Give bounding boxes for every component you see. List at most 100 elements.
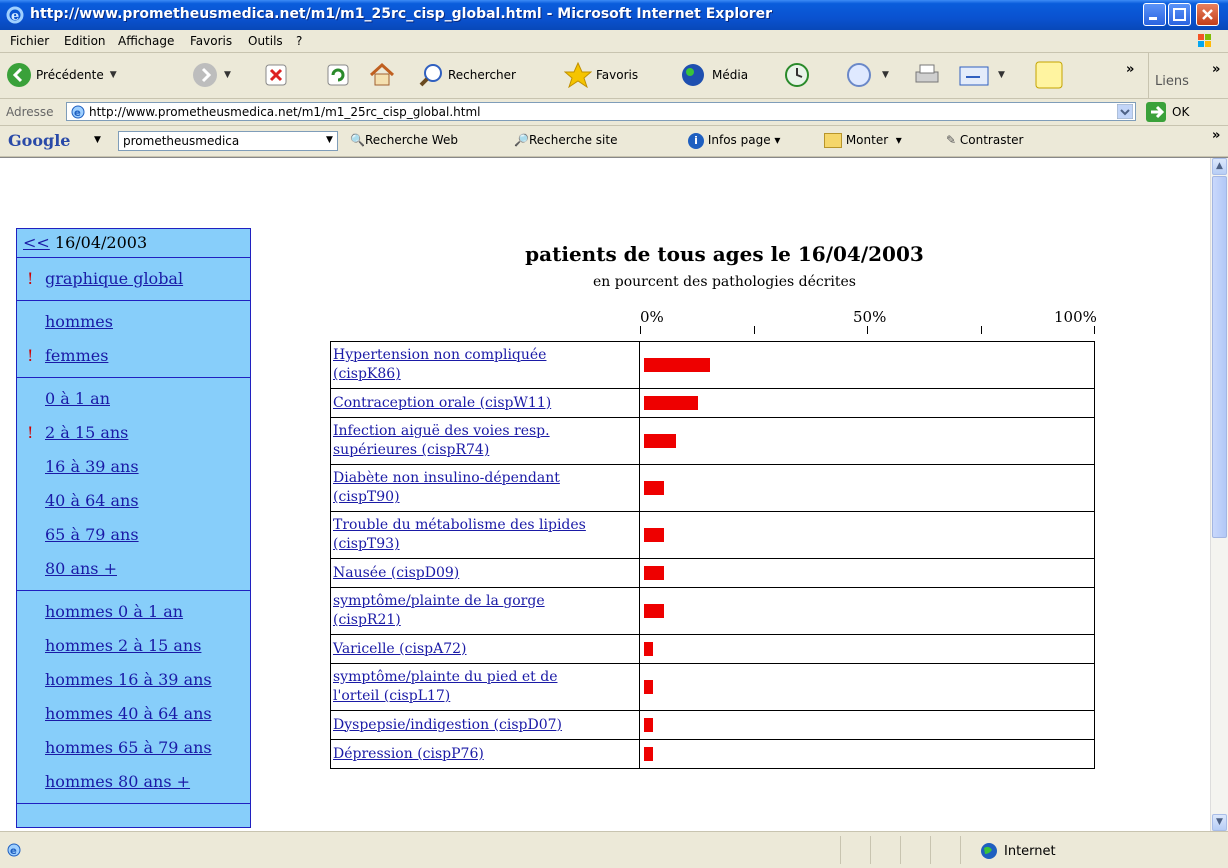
up-button[interactable]: Monter ▾: [824, 133, 902, 148]
menu-fichier[interactable]: Fichier: [10, 34, 49, 48]
pathology-link[interactable]: Hypertension non compliquée (cispK86): [333, 347, 546, 382]
media-button[interactable]: Média: [680, 61, 748, 89]
forward-dropdown-icon[interactable]: ▼: [224, 70, 231, 80]
sidebar-link[interactable]: hommes 40 à 64 ans: [45, 704, 212, 723]
mail-button[interactable]: ▼: [846, 61, 889, 89]
sidebar-link[interactable]: hommes 0 à 1 an: [45, 602, 183, 621]
messenger-button[interactable]: [1034, 61, 1066, 89]
pathology-link[interactable]: Varicelle (cispA72): [333, 641, 466, 657]
sidebar-item-femmes[interactable]: ! femmes: [17, 339, 250, 373]
sidebar-item-hommes-80-ans[interactable]: hommes 80 ans +: [17, 765, 250, 799]
pathology-link[interactable]: Trouble du métabolisme des lipides (cispT…: [333, 517, 586, 552]
vertical-scrollbar[interactable]: ▲ ▼: [1210, 158, 1228, 831]
site-search-button[interactable]: 🔎Recherche site: [514, 133, 617, 147]
scroll-up-button[interactable]: ▲: [1212, 158, 1227, 175]
table-row: Varicelle (cispA72): [330, 634, 1095, 664]
links-label[interactable]: Liens: [1155, 67, 1189, 95]
sidebar-item-hommes-0-a-1-an[interactable]: hommes 0 à 1 an: [17, 595, 250, 629]
address-label: Adresse: [6, 105, 54, 119]
sidebar-link[interactable]: 40 à 64 ans: [45, 491, 139, 510]
menu-outils[interactable]: Outils: [248, 34, 283, 48]
sidebar-link[interactable]: 65 à 79 ans: [45, 525, 139, 544]
scroll-thumb[interactable]: [1212, 176, 1227, 538]
web-search-button[interactable]: 🔍Recherche Web: [350, 133, 458, 147]
search-button[interactable]: Rechercher: [418, 61, 516, 89]
pathology-link[interactable]: symptôme/plainte du pied et de l'orteil (…: [333, 669, 557, 704]
menu-favoris[interactable]: Favoris: [190, 34, 232, 48]
pathology-link[interactable]: Diabète non insulino-dépendant (cispT90): [333, 470, 560, 505]
maximize-button[interactable]: [1168, 3, 1191, 26]
back-button[interactable]: Précédente ▼: [6, 61, 117, 89]
sidebar-item-80-ans[interactable]: 80 ans +: [17, 552, 250, 586]
home-button[interactable]: [368, 61, 396, 89]
menu-help[interactable]: ?: [296, 34, 302, 48]
forward-button[interactable]: ▼: [192, 61, 231, 89]
pathology-label-line: (cispT90): [333, 489, 400, 505]
toolbar-more-chevron[interactable]: »: [1126, 55, 1134, 83]
pathology-link[interactable]: Nausée (cispD09): [333, 565, 459, 581]
sidebar-item-hommes[interactable]: hommes: [17, 305, 250, 339]
sidebar-item-40-a-64-ans[interactable]: 40 à 64 ans: [17, 484, 250, 518]
sidebar-link[interactable]: femmes: [45, 346, 108, 365]
pathology-link[interactable]: Dyspepsie/indigestion (cispD07): [333, 717, 562, 733]
print-button[interactable]: [912, 61, 942, 89]
pathology-link[interactable]: symptôme/plainte de la gorge (cispR21): [333, 593, 545, 628]
address-dropdown-icon[interactable]: [1117, 104, 1133, 119]
sidebar-link[interactable]: 16 à 39 ans: [45, 457, 139, 476]
google-toolbar: Google ▼ prometheusmedica ▼ 🔍Recherche W…: [0, 126, 1228, 157]
sidebar-item-hommes-65-a-79-ans[interactable]: hommes 65 à 79 ans: [17, 731, 250, 765]
links-more-chevron[interactable]: »: [1212, 55, 1220, 83]
minimize-button[interactable]: [1143, 3, 1166, 26]
history-button[interactable]: [784, 61, 810, 89]
sidebar-item-hommes-16-a-39-ans[interactable]: hommes 16 à 39 ans: [17, 663, 250, 697]
back-dropdown-icon[interactable]: ▼: [110, 70, 117, 80]
sidebar-item-16-a-39-ans[interactable]: 16 à 39 ans: [17, 450, 250, 484]
scroll-down-button[interactable]: ▼: [1212, 814, 1227, 831]
google-menu-dropdown-icon[interactable]: ▼: [94, 135, 101, 145]
sidebar-item-65-a-79-ans[interactable]: 65 à 79 ans: [17, 518, 250, 552]
refresh-button[interactable]: [326, 61, 350, 89]
contrast-button[interactable]: ✎ Contraster: [946, 133, 1023, 147]
close-button[interactable]: [1196, 3, 1219, 26]
pathology-link[interactable]: Infection aiguë des voies resp. supérieur…: [333, 423, 550, 458]
page-info-button[interactable]: i Infos page ▾: [688, 133, 780, 149]
bar-cell: [639, 511, 1095, 559]
sidebar-item-hommes-2-a-15-ans[interactable]: hommes 2 à 15 ans: [17, 629, 250, 663]
google-logo[interactable]: Google: [8, 131, 70, 150]
go-button[interactable]: OK: [1146, 102, 1189, 122]
sidebar-item-hommes-40-a-64-ans[interactable]: hommes 40 à 64 ans: [17, 697, 250, 731]
sidebar-link[interactable]: hommes 80 ans +: [45, 772, 190, 791]
edit-button[interactable]: ▼: [958, 61, 1005, 89]
table-row: symptôme/plainte du pied et de l'orteil (…: [330, 663, 1095, 711]
previous-date-link[interactable]: <<: [23, 233, 50, 252]
sidebar-item-graphique-global[interactable]: ! graphique global: [17, 262, 250, 296]
pathology-link[interactable]: Contraception orale (cispW11): [333, 395, 551, 411]
google-search-input[interactable]: prometheusmedica: [118, 131, 338, 151]
address-input[interactable]: e http://www.prometheusmedica.net/m1/m1_…: [66, 102, 1136, 121]
menu-edition[interactable]: Edition: [64, 34, 106, 48]
home-icon: [369, 62, 395, 86]
globe-icon: [981, 843, 997, 859]
google-toolbar-more-chevron[interactable]: »: [1212, 128, 1220, 143]
sidebar-link[interactable]: hommes: [45, 312, 113, 331]
current-date: 16/04/2003: [54, 233, 148, 252]
sidebar-link[interactable]: 80 ans +: [45, 559, 117, 578]
sidebar-item-0-a-1-an[interactable]: 0 à 1 an: [17, 382, 250, 416]
active-marker: !: [27, 423, 34, 442]
stop-icon: [265, 64, 287, 86]
pathology-link[interactable]: Dépression (cispP76): [333, 746, 484, 762]
sidebar-link[interactable]: graphique global: [45, 269, 183, 288]
edit-dropdown-icon[interactable]: ▼: [998, 70, 1005, 80]
menu-affichage[interactable]: Affichage: [118, 34, 174, 48]
sidebar-item-2-a-15-ans[interactable]: ! 2 à 15 ans: [17, 416, 250, 450]
sidebar-link[interactable]: hommes 2 à 15 ans: [45, 636, 201, 655]
favorites-button[interactable]: Favoris: [564, 61, 638, 89]
mail-dropdown-icon[interactable]: ▼: [882, 70, 889, 80]
sidebar-link[interactable]: 0 à 1 an: [45, 389, 110, 408]
stop-button[interactable]: [264, 61, 288, 89]
sidebar-link[interactable]: hommes 65 à 79 ans: [45, 738, 212, 757]
sidebar-link[interactable]: hommes 16 à 39 ans: [45, 670, 212, 689]
table-row: Dyspepsie/indigestion (cispD07): [330, 710, 1095, 740]
google-search-dropdown-icon[interactable]: ▼: [326, 135, 333, 145]
sidebar-link[interactable]: 2 à 15 ans: [45, 423, 128, 442]
